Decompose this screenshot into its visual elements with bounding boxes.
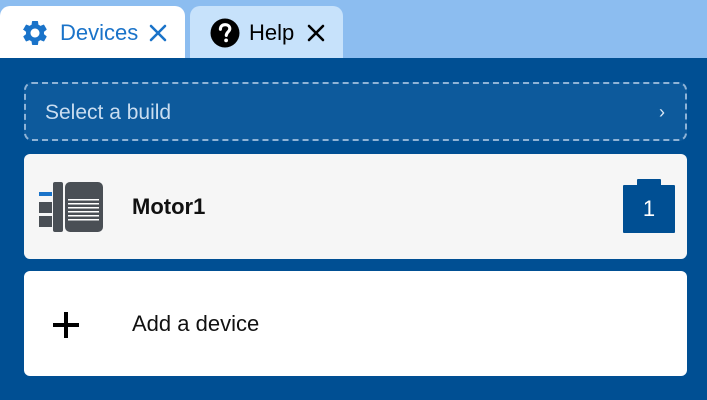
close-icon[interactable] <box>148 23 168 43</box>
close-icon[interactable] <box>306 23 326 43</box>
tab-bar: Devices Help <box>0 0 707 58</box>
help-icon <box>210 18 240 48</box>
device-name: Motor1 <box>132 194 206 219</box>
build-select[interactable]: Select a build › <box>24 82 687 141</box>
gear-icon <box>22 20 47 45</box>
plus-icon <box>53 312 79 338</box>
tab-devices-label: Devices <box>60 20 139 45</box>
chevron-right-icon: › <box>659 102 665 122</box>
tab-devices[interactable]: Devices <box>0 6 185 58</box>
motor-icon <box>39 182 103 232</box>
port-badge: 1 <box>622 178 676 234</box>
build-select-placeholder: Select a build <box>45 101 172 124</box>
add-device-button[interactable]: Add a device <box>24 271 687 376</box>
tab-help[interactable]: Help <box>190 6 343 58</box>
port-number: 1 <box>642 196 656 221</box>
tab-help-label: Help <box>249 20 295 45</box>
devices-panel: Select a build › Motor1 1 Add a device <box>0 58 707 400</box>
device-item-motor1[interactable]: Motor1 1 <box>24 154 687 259</box>
add-device-label: Add a device <box>132 311 260 336</box>
